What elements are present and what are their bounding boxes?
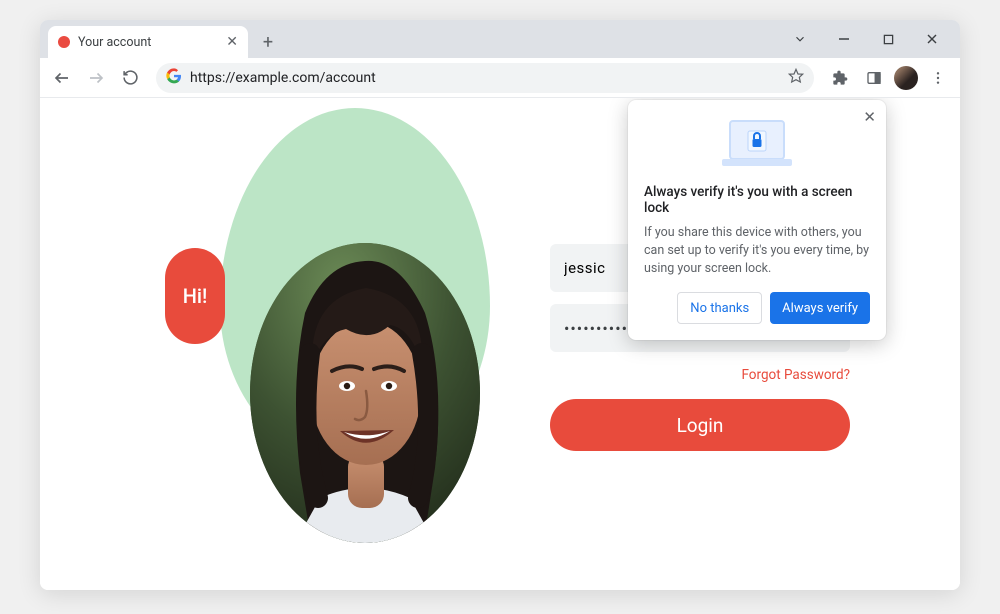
login-button[interactable]: Login — [550, 399, 850, 451]
forward-button[interactable] — [82, 64, 110, 92]
always-verify-button[interactable]: Always verify — [770, 292, 870, 324]
address-bar[interactable] — [156, 63, 814, 93]
tab-title: Your account — [78, 35, 151, 50]
extensions-icon[interactable] — [826, 64, 854, 92]
favicon-dot-icon — [58, 36, 70, 48]
site-favicon-icon — [166, 68, 182, 88]
window-close-button[interactable] — [910, 23, 954, 55]
back-button[interactable] — [48, 64, 76, 92]
window-controls — [778, 20, 954, 58]
window-minimize-button[interactable] — [822, 23, 866, 55]
popover-actions: No thanks Always verify — [644, 292, 870, 324]
popover-title: Always verify it's you with a screen loc… — [644, 184, 870, 216]
tab-strip: Your account ✕ + — [40, 20, 960, 58]
url-input[interactable] — [190, 70, 780, 86]
page-content: Hi! — [40, 98, 960, 590]
tab-your-account[interactable]: Your account ✕ — [48, 26, 248, 58]
greeting-text: Hi! — [183, 284, 208, 308]
browser-window: Your account ✕ + — [40, 20, 960, 590]
user-photo — [250, 243, 480, 543]
no-thanks-button[interactable]: No thanks — [677, 292, 762, 324]
forgot-password-row: Forgot Password? — [550, 364, 850, 383]
close-tab-icon[interactable]: ✕ — [226, 34, 238, 50]
profile-avatar-icon[interactable] — [894, 66, 918, 90]
popover-body: If you share this device with others, yo… — [644, 224, 870, 278]
kebab-menu-icon[interactable] — [924, 64, 952, 92]
screen-lock-prompt: ✕ Always verify it's you with a screen l… — [628, 100, 886, 340]
hero-illustration: Hi! — [150, 138, 490, 578]
side-panel-icon[interactable] — [860, 64, 888, 92]
lock-laptop-icon — [644, 110, 870, 180]
window-maximize-button[interactable] — [866, 23, 910, 55]
bookmark-star-icon[interactable] — [788, 68, 804, 88]
forgot-password-link[interactable]: Forgot Password? — [741, 367, 850, 383]
new-tab-button[interactable]: + — [254, 28, 282, 56]
greeting-pill: Hi! — [165, 248, 225, 344]
tab-search-chevron-icon[interactable] — [778, 23, 822, 55]
reload-button[interactable] — [116, 64, 144, 92]
popover-close-icon[interactable]: ✕ — [863, 108, 876, 126]
toolbar — [40, 58, 960, 98]
